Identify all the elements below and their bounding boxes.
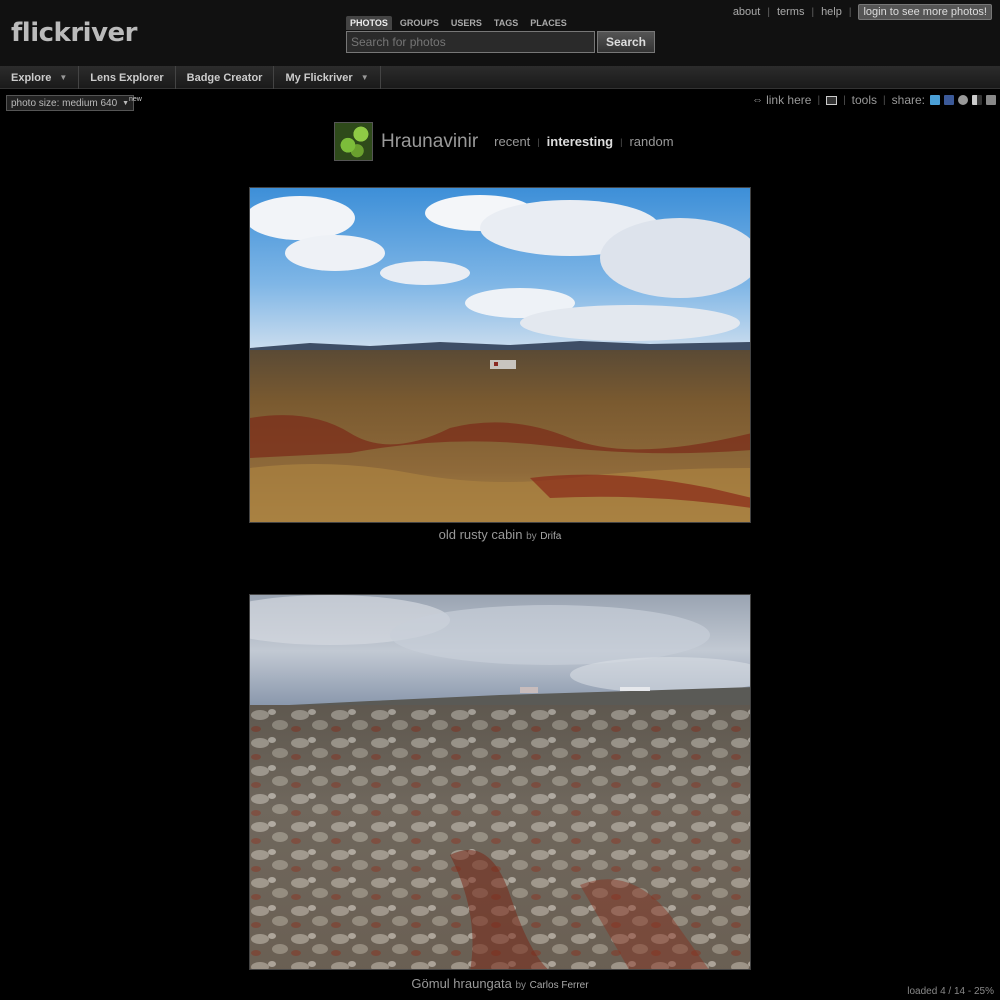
group-tabs: recent | interesting | random: [494, 134, 673, 149]
search-tabs: PHOTOS GROUPS USERS TAGS PLACES: [346, 16, 575, 30]
search-tab-places[interactable]: PLACES: [526, 16, 571, 30]
share-label: share:: [891, 93, 925, 107]
nav-explore-label: Explore: [11, 71, 52, 84]
right-tools: ⇔ link here | | tools | share:: [752, 93, 996, 107]
tab-random[interactable]: random: [629, 134, 673, 149]
separator: |: [620, 136, 623, 147]
nav-lens-explorer[interactable]: Lens Explorer: [79, 66, 176, 89]
main-nav: Explore ▼ Lens Explorer Badge Creator My…: [0, 66, 1000, 89]
facebook-icon[interactable]: [944, 95, 954, 105]
separator: |: [767, 6, 770, 18]
photo-size-label: photo size: medium 640: [11, 97, 118, 109]
nav-explore[interactable]: Explore ▼: [0, 66, 80, 89]
search-tab-users[interactable]: USERS: [447, 16, 486, 30]
tab-interesting[interactable]: interesting: [547, 134, 613, 149]
photo-title[interactable]: old rusty cabin: [439, 527, 523, 542]
nav-my-flickriver-label: My Flickriver: [285, 71, 353, 84]
loading-status: loaded 4 / 14 - 25%: [907, 986, 994, 997]
about-link[interactable]: about: [733, 6, 761, 18]
tab-recent[interactable]: recent: [494, 134, 530, 149]
by-label: by: [515, 980, 527, 991]
separator: |: [537, 136, 540, 147]
twitter-icon[interactable]: [930, 95, 940, 105]
tools-link[interactable]: tools: [852, 93, 877, 107]
search-tab-tags[interactable]: TAGS: [490, 16, 522, 30]
site-logo[interactable]: flickriver: [11, 18, 137, 48]
nav-badge-creator[interactable]: Badge Creator: [176, 66, 275, 89]
separator: |: [811, 6, 815, 18]
photo-title[interactable]: Gömul hraungata: [411, 976, 511, 991]
group-header: Hraunavinir recent | interesting | rando…: [334, 122, 674, 161]
site-header: flickriver PHOTOS GROUPS USERS TAGS PLAC…: [0, 0, 1000, 66]
nav-badge-creator-label: Badge Creator: [186, 71, 263, 84]
terms-link[interactable]: terms: [777, 6, 805, 18]
separator: |: [843, 94, 846, 106]
photo-gomul-hraungata[interactable]: [249, 594, 751, 970]
more-share-icon[interactable]: [986, 95, 996, 105]
help-link[interactable]: help: [821, 6, 842, 18]
embed-icon[interactable]: [826, 95, 838, 105]
search-tab-groups[interactable]: GROUPS: [396, 16, 443, 30]
stumbleupon-icon[interactable]: [958, 95, 968, 105]
new-badge: new: [129, 96, 142, 103]
photo-size-select[interactable]: photo size: medium 640 ▼: [6, 95, 135, 111]
top-links: about | terms | help | login to see more…: [733, 4, 992, 20]
group-name[interactable]: Hraunavinir: [381, 131, 478, 153]
group-avatar[interactable]: [334, 122, 373, 161]
delicious-icon[interactable]: [972, 95, 982, 105]
search-input[interactable]: [346, 31, 595, 53]
by-label: by: [526, 531, 537, 542]
separator: |: [883, 94, 886, 106]
photo-caption: old rusty cabin by Drifa: [249, 527, 751, 542]
nav-lens-explorer-label: Lens Explorer: [90, 71, 164, 84]
link-icon: ⇔: [752, 94, 764, 106]
photo-old-rusty-cabin[interactable]: [249, 187, 751, 523]
photo-author[interactable]: Carlos Ferrer: [530, 980, 589, 991]
chevron-down-icon[interactable]: ▼: [361, 73, 369, 82]
nav-my-flickriver[interactable]: My Flickriver ▼: [274, 66, 381, 89]
search-tab-photos[interactable]: PHOTOS: [346, 16, 392, 30]
separator: |: [817, 94, 821, 106]
photo-image: [250, 188, 750, 522]
link-here-link[interactable]: link here: [766, 93, 811, 107]
chevron-down-icon[interactable]: ▼: [59, 73, 67, 82]
separator: |: [848, 6, 852, 18]
photo-caption: Gömul hraungata by Carlos Ferrer: [249, 976, 751, 991]
login-button[interactable]: login to see more photos!: [858, 4, 992, 20]
search-button[interactable]: Search: [597, 31, 655, 53]
photo-image: [250, 595, 750, 969]
photo-author[interactable]: Drifa: [540, 531, 561, 542]
